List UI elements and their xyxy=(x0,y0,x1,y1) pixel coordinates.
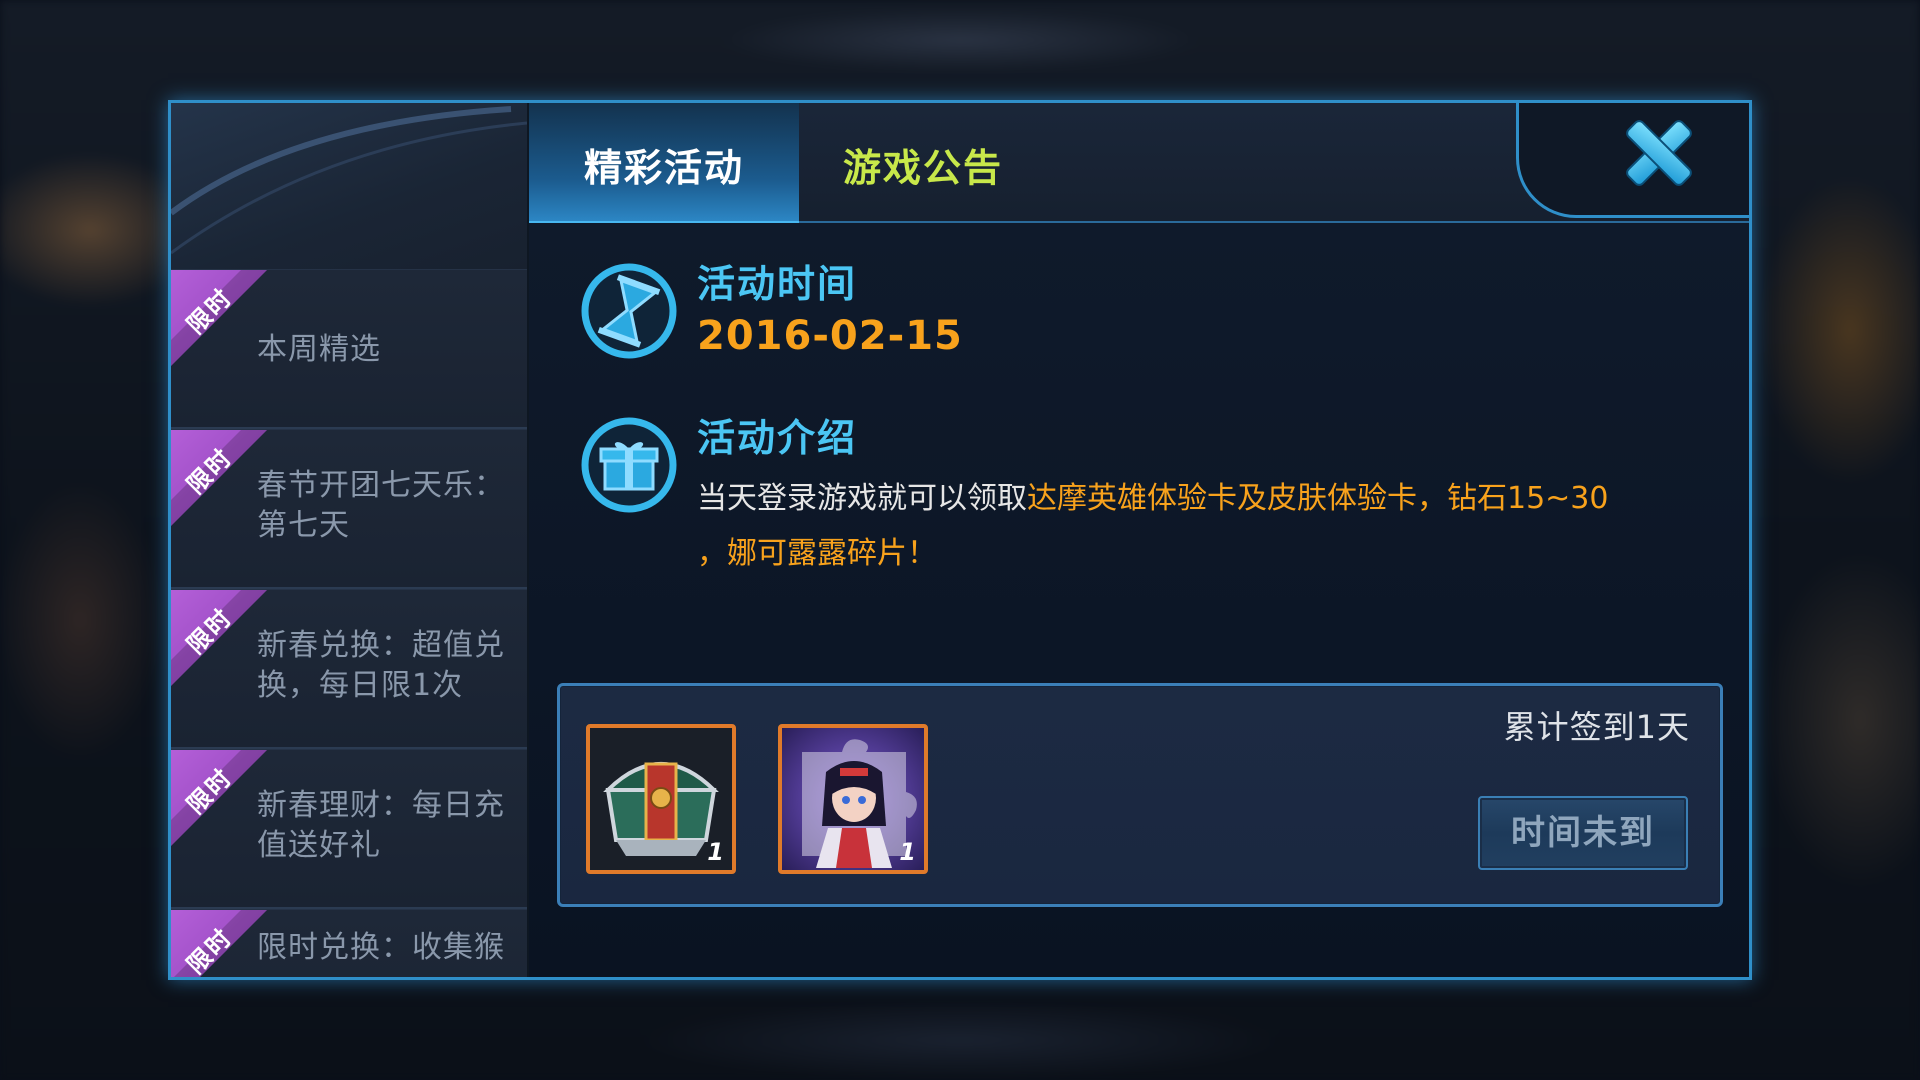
tab-events[interactable]: 精彩活动 xyxy=(529,103,799,225)
claim-button[interactable]: 时间未到 xyxy=(1478,796,1688,870)
sidebar-item-label: 春节开团七天乐：第七天 xyxy=(257,468,505,543)
intro-text-highlight: 达摩英雄体验卡及皮肤体验卡，钻石15~30 xyxy=(1027,481,1609,516)
event-detail-panel: 活动时间 2016-02-15 活动介绍 当天登录游戏就可以领取达摩英雄体验卡及… xyxy=(529,223,1749,977)
event-time-title: 活动时间 xyxy=(697,262,858,306)
checkin-count: 累计签到1天 xyxy=(1503,708,1690,746)
sidebar-item-new-year-exchange[interactable]: 限时 新春兑换：超值兑换，每日限1次 xyxy=(171,589,527,749)
tab-events-label: 精彩活动 xyxy=(583,146,744,190)
tab-game-notice[interactable]: 游戏公告 xyxy=(843,137,1003,192)
event-intro-title: 活动介绍 xyxy=(697,416,858,460)
sidebar-arc-decoration xyxy=(171,106,527,255)
sidebar-item-limited-exchange[interactable]: 限时 限时兑换：收集猴 xyxy=(171,909,527,977)
event-intro-text: 当天登录游戏就可以领取达摩英雄体验卡及皮肤体验卡，钻石15~30 ，娜可露露碎片！ xyxy=(697,471,1707,581)
sidebar-item-weekly-picks[interactable]: 限时 本周精选 xyxy=(171,269,527,429)
reward-item-hero-fragment[interactable]: 1 xyxy=(778,724,928,874)
sidebar-item-label: 本周精选 xyxy=(257,332,381,367)
event-sidebar[interactable]: 限时 本周精选 限时 春节开团七天乐：第七天 限时 新春兑换：超值兑换，每日限1… xyxy=(171,103,529,977)
reward-count: 1 xyxy=(899,838,916,866)
sidebar-item-spring-festival-team[interactable]: 限时 春节开团七天乐：第七天 xyxy=(171,429,527,589)
gift-icon xyxy=(581,417,677,513)
intro-text-plain: 当天登录游戏就可以领取 xyxy=(697,481,1027,516)
event-time-value: 2016-02-15 xyxy=(697,313,963,359)
sidebar-item-label: 新春理财：每日充值送好礼 xyxy=(257,788,505,863)
sidebar-item-label: 限时兑换：收集猴 xyxy=(257,930,505,965)
reward-panel: 1 1 累计签到1天 时间未到 xyxy=(557,683,1723,907)
sidebar-header-decoration xyxy=(171,103,527,271)
intro-text-highlight-2: ，娜可露露碎片！ xyxy=(697,536,937,571)
reward-item-chest[interactable]: 1 xyxy=(586,724,736,874)
event-dialog: 限时 本周精选 限时 春节开团七天乐：第七天 限时 新春兑换：超值兑换，每日限1… xyxy=(168,100,1752,980)
close-button[interactable] xyxy=(1516,103,1749,218)
sidebar-item-new-year-finance[interactable]: 限时 新春理财：每日充值送好礼 xyxy=(171,749,527,909)
hourglass-icon xyxy=(581,263,677,359)
reward-count: 1 xyxy=(707,838,724,866)
close-icon xyxy=(1626,120,1692,186)
header-bar: 游戏公告 xyxy=(799,103,1749,223)
sidebar-item-label: 新春兑换：超值兑换，每日限1次 xyxy=(257,628,505,703)
